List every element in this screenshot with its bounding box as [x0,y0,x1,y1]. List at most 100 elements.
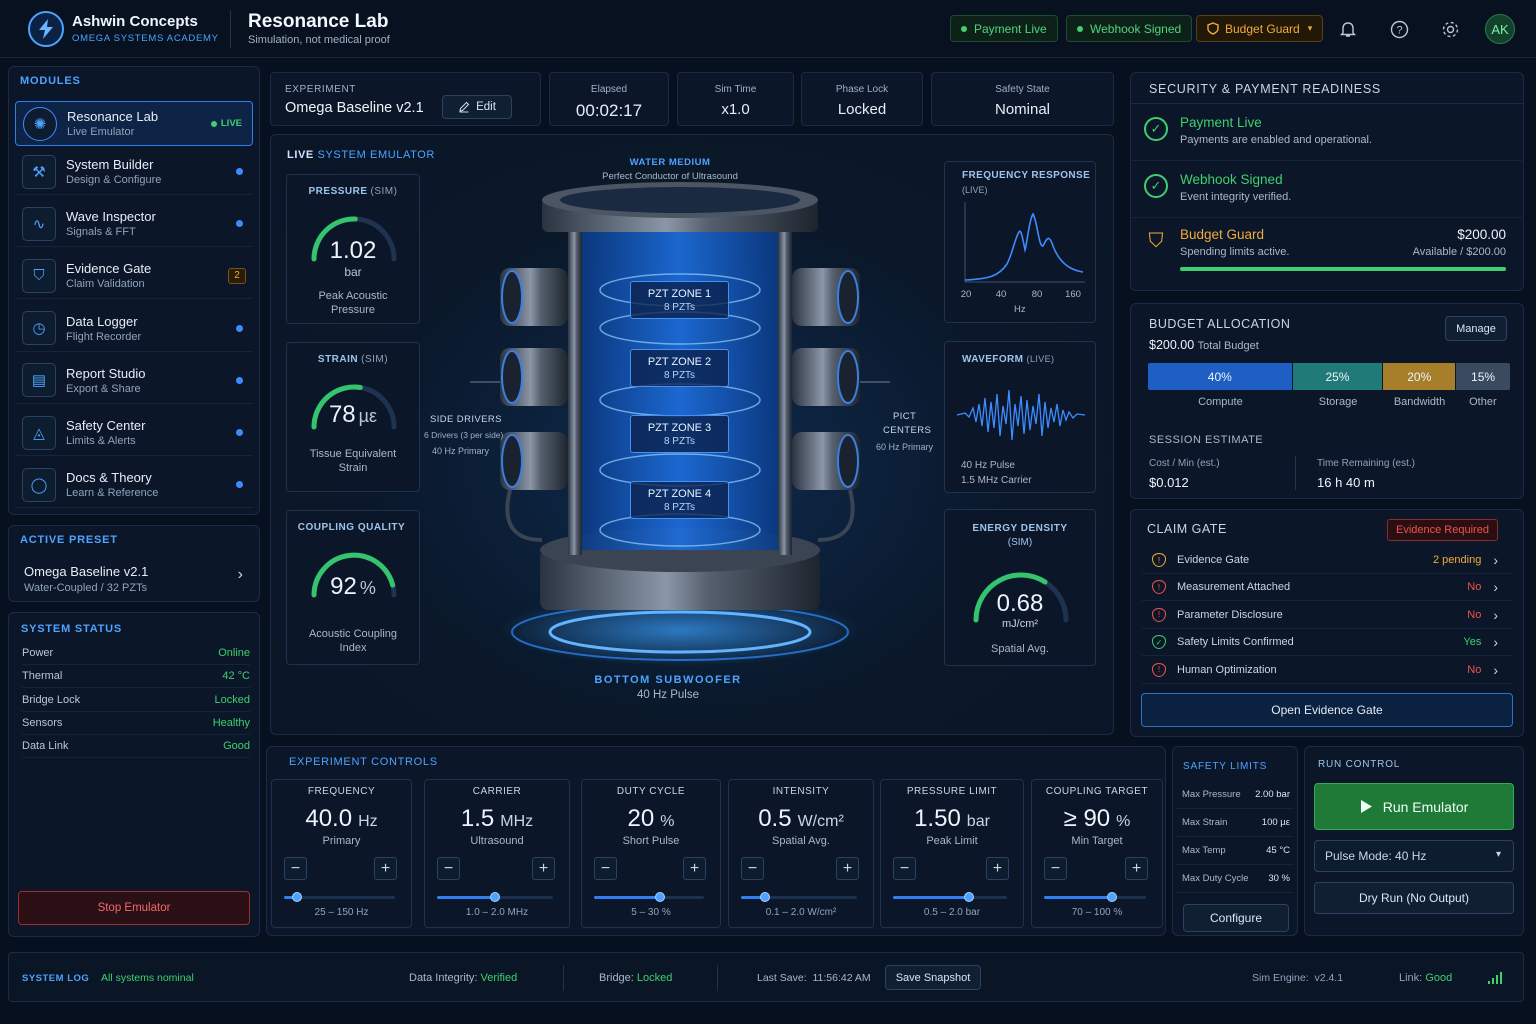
experiment-label: EXPERIMENT [285,84,357,95]
status-label: Bridge Lock [22,693,81,706]
pzt-zone-1[interactable]: PZT ZONE 1 8 PZTs [630,281,729,319]
sidebar-item-safety-center[interactable]: ◬ Safety Center Limits & Alerts [15,410,253,456]
control-slider[interactable] [594,892,704,902]
claim-row[interactable]: ! Evidence Gate 2 pending › [1142,547,1512,574]
increment-button[interactable]: + [1125,857,1148,880]
sidebar-item-data-logger[interactable]: ◷ Data Logger Flight Recorder [15,306,253,352]
control-carrier: CARRIER 1.5 MHz Ultrasound − +1.0 – 2.0 MHz [424,779,570,928]
decrement-button[interactable]: − [594,857,617,880]
claim-row[interactable]: ! Measurement Attached No › [1142,574,1512,602]
control-slider[interactable] [893,892,1007,902]
chevron-down-icon: ▾ [1307,23,1313,33]
limit-label: Max Pressure [1182,789,1241,800]
payment-live-pill[interactable]: Payment Live [950,15,1058,42]
save-snapshot-button[interactable]: Save Snapshot [885,965,981,990]
slider-handle[interactable] [760,892,771,902]
slider-handle[interactable] [490,892,500,902]
configure-limits-button[interactable]: Configure [1183,904,1289,932]
slider-fill [893,896,970,899]
safety-limit-row: Max Duty Cycle 30 % [1176,865,1294,893]
system-log-message[interactable]: All systems nominal [101,953,194,1003]
notifications-button[interactable] [1333,14,1363,44]
control-subtitle: Min Target [1071,835,1123,847]
sidebar-item-wave-inspector[interactable]: ∿ Wave Inspector Signals & FFT [15,201,253,248]
budget-segment-bandwidth[interactable]: 20% [1383,363,1457,390]
increment-button[interactable]: + [683,857,706,880]
sidebar-item-evidence-gate[interactable]: ⛉ Evidence Gate Claim Validation 2 [15,253,253,300]
settings-button[interactable] [1435,14,1465,44]
budget-segment-storage[interactable]: 25% [1292,363,1384,390]
dry-run-button[interactable]: Dry Run (No Output) [1314,882,1514,914]
freq-title: FREQUENCY RESPONSE [962,170,1091,181]
sidebar-item-sublabel: Limits & Alerts [66,435,136,447]
decrement-button[interactable]: − [893,857,916,880]
tools-icon: ⚒ [22,154,56,189]
pzt-zone-2[interactable]: PZT ZONE 2 8 PZTs [630,349,729,387]
pzt-zone-4[interactable]: PZT ZONE 4 8 PZTs [630,481,729,519]
sidebar-item-label: Wave Inspector [66,209,156,225]
right-drivers-title2: CENTERS [883,425,932,436]
avatar[interactable]: AK [1485,14,1515,44]
sim-engine-version: Sim Engine: v2.4.1 [1252,972,1344,984]
check-shield-icon: ✓ [1152,635,1166,650]
security-row-payment[interactable]: ✓ Payment Live Payments are enabled and op… [1132,104,1522,161]
control-intensity: INTENSITY 0.5 W/cm² Spatial Avg. − +0.1 – 2.0… [728,779,874,928]
active-preset-panel[interactable]: ACTIVE PRESET Omega Baseline v2.1 Water-… [8,525,260,602]
sidebar-item-text: Resonance Lab Live Emulator [67,109,211,138]
sidebar-item-label: System Builder [66,157,154,172]
sidebar-item-report-studio[interactable]: ▤ Report Studio Export & Share [15,358,253,404]
budget-segment-other[interactable]: 15% [1456,363,1510,390]
security-row-sub: Spending limits active. [1180,246,1290,258]
increment-button[interactable]: + [836,857,859,880]
increment-button[interactable]: + [532,857,555,880]
control-slider[interactable] [437,892,553,902]
control-range: 25 – 150 Hz [314,907,369,918]
pulse-mode-select[interactable]: Pulse Mode: 40 Hz ▾ [1314,840,1514,872]
claim-row-label: Evidence Gate [1177,554,1250,566]
control-slider[interactable] [741,892,857,902]
claim-row[interactable]: ! Human Optimization No › [1142,657,1512,684]
edit-experiment-button[interactable]: Edit [442,95,512,119]
sidebar-item-resonance-lab[interactable]: ✺ Resonance Lab Live Emulator LIVE [15,101,253,146]
slider-handle[interactable] [964,892,975,902]
control-slider[interactable] [1044,892,1146,902]
pzt-zone-label: PZT ZONE 3 [647,422,712,434]
help-button[interactable]: ? [1384,14,1414,44]
experiment-box: EXPERIMENT Omega Baseline v2.1 Edit [270,72,541,126]
right-driver [792,268,860,326]
increment-button[interactable]: + [986,857,1009,880]
decrement-button[interactable]: − [284,857,307,880]
run-emulator-button[interactable]: Run Emulator [1314,783,1514,830]
manage-budget-button[interactable]: Manage [1445,316,1507,341]
freq-tick-label: 20 [960,289,972,300]
webhook-signed-pill[interactable]: Webhook Signed [1066,15,1193,42]
svg-text:?: ? [1396,24,1402,36]
open-evidence-gate-button[interactable]: Open Evidence Gate [1141,693,1513,727]
pzt-zone-3[interactable]: PZT ZONE 3 8 PZTs [630,415,729,453]
decrement-button[interactable]: − [1044,857,1067,880]
session-estimate-title: SESSION ESTIMATE [1149,434,1264,446]
brand-logo[interactable] [28,11,64,47]
status-value: Locked [214,693,250,706]
slider-handle[interactable] [292,892,303,902]
sidebar-item-docs-theory[interactable]: ◯ Docs & Theory Learn & Reference [15,462,253,509]
sidebar-item-system-builder[interactable]: ⚒ System Builder Design & Configure [15,149,253,195]
claim-row[interactable]: ✓ Safety Limits Confirmed Yes › [1142,629,1512,657]
budget-segment-compute[interactable]: 40% [1148,363,1293,390]
increment-button[interactable]: + [374,857,397,880]
stop-emulator-button[interactable]: Stop Emulator [18,891,250,925]
slider-handle[interactable] [1107,892,1118,902]
slider-handle[interactable] [655,892,665,902]
claim-row[interactable]: ! Parameter Disclosure No › [1142,602,1512,629]
control-subtitle: Primary [322,835,361,847]
control-slider[interactable] [284,892,395,902]
status-dot-icon [1077,25,1083,32]
decrement-button[interactable]: − [741,857,764,880]
budget-guard-pill[interactable]: Budget Guard ▾ [1196,15,1324,42]
security-row-webhook[interactable]: ✓ Webhook Signed Event integrity verified. [1132,161,1522,218]
security-row-budget[interactable]: ⛉ Budget Guard Spending limits active. $200… [1132,219,1522,276]
data-integrity-status: Data Integrity: Verified [409,972,518,984]
last-save: Last Save: 11:56:42 AM [757,972,871,984]
active-preset-title: ACTIVE PRESET [20,534,118,546]
decrement-button[interactable]: − [437,857,460,880]
